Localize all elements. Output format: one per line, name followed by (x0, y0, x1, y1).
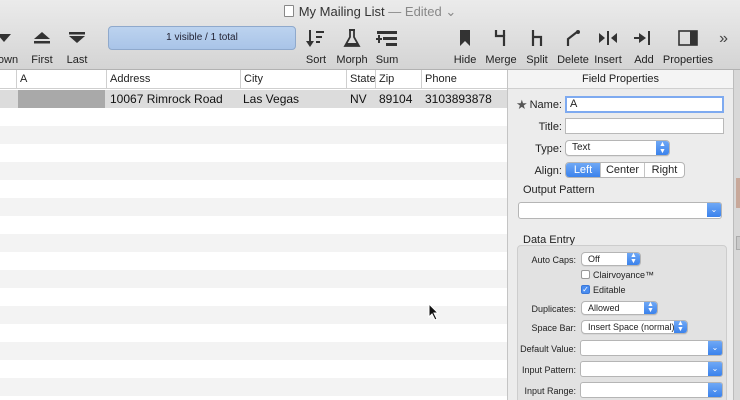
default-value-label: Default Value: (520, 344, 576, 354)
clairvoyance-checkbox[interactable] (581, 270, 590, 279)
properties-icon (662, 26, 714, 50)
cell-state[interactable]: NV (347, 90, 375, 108)
empty-row (0, 378, 507, 396)
output-pattern-heading: Output Pattern (523, 184, 595, 196)
popup-arrows-icon: ▲ ▼ (644, 301, 657, 314)
editable-label: Editable (593, 285, 626, 295)
empty-row (0, 342, 507, 360)
chevron-down-icon[interactable]: ⌄ (708, 341, 722, 355)
auto-caps-label: Auto Caps: (531, 255, 576, 265)
align-segmented-control[interactable]: Left Center Right (565, 162, 685, 178)
empty-row (0, 252, 507, 270)
chevron-down-icon[interactable]: ⌄ (708, 362, 722, 376)
type-label: Type: (535, 143, 562, 155)
record-count-status: 1 visible / 1 total (108, 26, 296, 50)
space-bar-popup[interactable]: Insert Space (normal) ▲ ▼ (581, 320, 688, 334)
empty-row (0, 162, 507, 180)
cell-address[interactable]: 10067 Rimrock Road (107, 90, 240, 108)
empty-row (0, 180, 507, 198)
chevron-down-icon[interactable]: ⌄ (707, 203, 721, 217)
column-header-phone[interactable]: Phone (421, 70, 507, 89)
window-edge (733, 70, 740, 400)
column-header-city[interactable]: City (240, 70, 346, 89)
toolbar-overflow-icon[interactable]: » (719, 30, 728, 48)
title-field[interactable] (565, 118, 724, 134)
input-pattern-label: Input Pattern: (521, 365, 576, 375)
popup-arrows-icon: ▲ ▼ (627, 252, 640, 265)
empty-row (0, 360, 507, 378)
table-row[interactable]: 10067 Rimrock Road Las Vegas NV 89104 31… (0, 90, 507, 108)
edited-indicator: — Edited (388, 4, 442, 19)
duplicates-popup[interactable]: Allowed ▲ ▼ (581, 301, 658, 315)
auto-caps-popup[interactable]: Off ▲ ▼ (581, 252, 641, 266)
duplicates-label: Duplicates: (531, 304, 576, 314)
sum-button[interactable]: Sum (361, 26, 413, 66)
panel-title: Field Properties (508, 70, 733, 89)
empty-row (0, 216, 507, 234)
table-header: A Address City State Zip Phone (0, 70, 507, 89)
mouse-pointer-icon (428, 303, 440, 321)
empty-row (0, 324, 507, 342)
clairvoyance-label: Clairvoyance™ (593, 270, 655, 280)
window-toolbar: My Mailing List — Edited ⌄ Down First La… (0, 0, 740, 70)
align-right-segment[interactable]: Right (645, 163, 684, 177)
empty-row (0, 234, 507, 252)
cell-phone[interactable]: 3103893878 (422, 90, 507, 108)
name-field[interactable]: A (565, 96, 724, 113)
output-pattern-combo[interactable]: ⌄ (518, 202, 722, 219)
name-label: Name: (529, 99, 562, 111)
window-title-text: My Mailing List (298, 4, 385, 19)
align-left-segment[interactable]: Left (566, 163, 601, 177)
column-header-a[interactable]: A (16, 70, 106, 89)
cell-city[interactable]: Las Vegas (240, 90, 346, 108)
empty-row (0, 198, 507, 216)
cell-zip[interactable]: 89104 (376, 90, 421, 108)
cell-a[interactable] (18, 90, 105, 108)
align-label: Align: (534, 165, 562, 177)
properties-button[interactable]: Properties (662, 26, 714, 66)
records-table: A Address City State Zip Phone 10067 Rim… (0, 70, 507, 400)
arrow-last-icon (51, 26, 103, 50)
input-pattern-combo[interactable]: ⌄ (580, 361, 723, 377)
popup-arrows-icon: ▲ ▼ (674, 320, 687, 333)
column-header-zip[interactable]: Zip (375, 70, 421, 89)
empty-row (0, 126, 507, 144)
input-range-label: Input Range: (524, 386, 576, 396)
last-button[interactable]: Last (51, 26, 103, 66)
sum-icon (361, 26, 413, 50)
column-header-state[interactable]: State (346, 70, 376, 89)
chevron-down-icon[interactable]: ⌄ (708, 383, 722, 397)
default-value-combo[interactable]: ⌄ (580, 340, 723, 356)
column-header-address[interactable]: Address (106, 70, 240, 89)
empty-row (0, 108, 507, 126)
editable-checkbox[interactable]: ✓ (581, 285, 590, 294)
align-center-segment[interactable]: Center (601, 163, 645, 177)
input-range-combo[interactable]: ⌄ (580, 382, 723, 398)
empty-row (0, 144, 507, 162)
empty-row (0, 270, 507, 288)
document-icon (283, 5, 294, 17)
space-bar-label: Space Bar: (531, 323, 576, 333)
popup-arrows-icon: ▲ ▼ (656, 141, 669, 155)
window-title: My Mailing List — Edited ⌄ (0, 4, 740, 20)
title-label: Title: (538, 121, 562, 133)
type-popup[interactable]: Text ▲ ▼ (565, 140, 670, 156)
title-chevron-icon[interactable]: ⌄ (445, 4, 456, 19)
